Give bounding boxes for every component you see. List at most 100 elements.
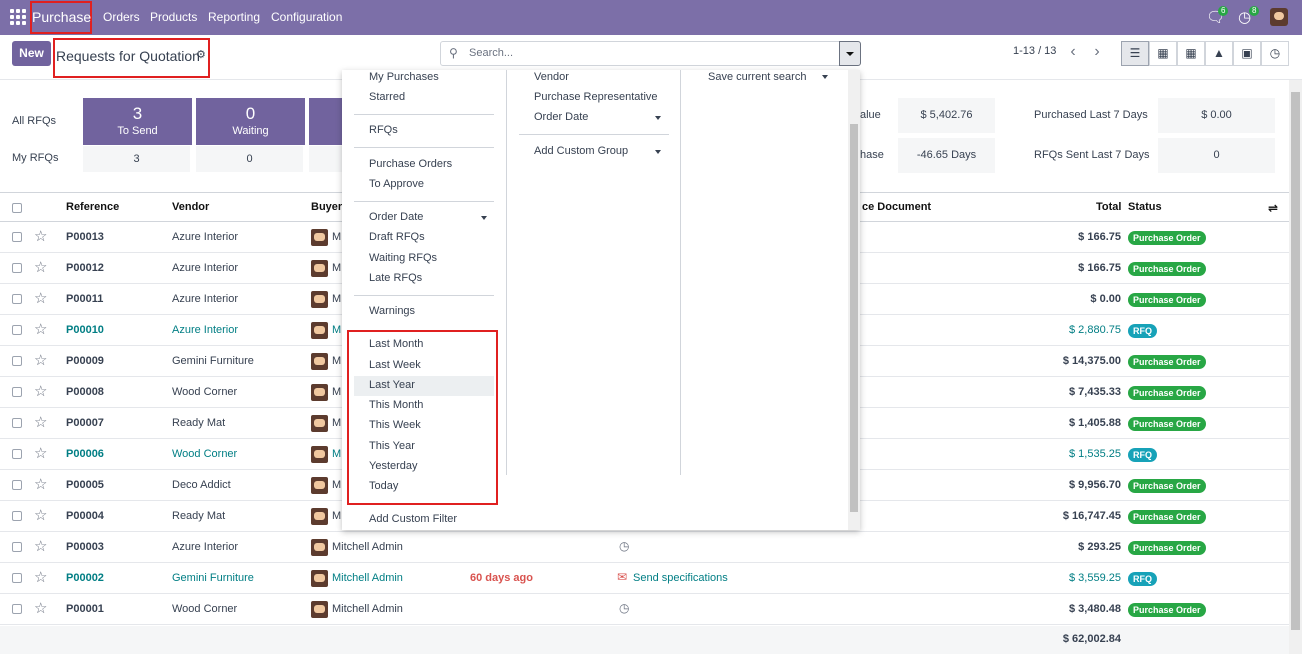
add-custom-group[interactable]: Add Custom Group xyxy=(534,145,628,157)
star-icon[interactable]: ☆ xyxy=(34,444,47,462)
star-icon[interactable]: ☆ xyxy=(34,289,47,307)
column-buyer[interactable]: Buyer xyxy=(311,201,342,213)
buyer-avatar xyxy=(311,570,328,587)
menu-configuration[interactable]: Configuration xyxy=(271,10,342,24)
pager-next-icon[interactable]: › xyxy=(1085,41,1109,65)
star-icon[interactable]: ☆ xyxy=(34,227,47,245)
column-total[interactable]: Total xyxy=(1096,201,1121,213)
filter-starred[interactable]: Starred xyxy=(369,91,405,103)
menu-reporting[interactable]: Reporting xyxy=(208,10,260,24)
dropdown-scrollbar-thumb[interactable] xyxy=(850,124,858,512)
column-vendor[interactable]: Vendor xyxy=(172,201,209,213)
group-purchase-representative[interactable]: Purchase Representative xyxy=(534,91,658,103)
search-panel-toggle-button[interactable] xyxy=(839,41,861,66)
kanban-view-icon[interactable]: ▦ xyxy=(1149,41,1177,66)
divider xyxy=(354,114,494,115)
cell-vendor: Gemini Furniture xyxy=(172,355,254,367)
column-status[interactable]: Status xyxy=(1128,201,1162,213)
filter-rfqs[interactable]: RFQs xyxy=(369,124,398,136)
select-all-checkbox[interactable] xyxy=(12,203,22,213)
app-name[interactable]: Purchase xyxy=(30,1,92,34)
add-custom-filter[interactable]: Add Custom Filter xyxy=(369,513,457,525)
search-input[interactable]: ⚲ Search... xyxy=(440,41,840,66)
my-waiting[interactable]: 0 xyxy=(196,146,303,172)
user-avatar[interactable] xyxy=(1270,8,1288,26)
table-row[interactable]: ☆ P00002 Gemini Furniture Mitchell Admin… xyxy=(0,563,1289,594)
cell-reference: P00003 xyxy=(66,541,104,553)
row-checkbox[interactable] xyxy=(12,604,22,614)
filter-to-approve[interactable]: To Approve xyxy=(369,178,424,190)
page-scrollbar-thumb[interactable] xyxy=(1291,92,1300,630)
gear-icon[interactable]: ⚙ xyxy=(196,48,206,61)
page-scrollbar[interactable] xyxy=(1289,80,1302,654)
activity-clock-icon[interactable]: ◷ xyxy=(619,539,629,553)
star-icon[interactable]: ☆ xyxy=(34,506,47,524)
filter-purchase-orders[interactable]: Purchase Orders xyxy=(369,158,452,170)
row-checkbox[interactable] xyxy=(12,418,22,428)
status-badge: Purchase Order xyxy=(1128,603,1206,617)
optional-columns-icon[interactable]: ⇌ xyxy=(1268,201,1278,215)
tile-waiting[interactable]: 0 Waiting xyxy=(196,98,305,145)
graph-view-icon[interactable]: ▲ xyxy=(1205,41,1233,66)
row-checkbox[interactable] xyxy=(12,542,22,552)
menu-products[interactable]: Products xyxy=(150,10,197,24)
group-order-date[interactable]: Order Date xyxy=(534,111,588,123)
star-icon[interactable]: ☆ xyxy=(34,599,47,617)
filter-my-purchases[interactable]: My Purchases xyxy=(369,71,439,83)
filter-warnings[interactable]: Warnings xyxy=(369,305,415,317)
row-checkbox[interactable] xyxy=(12,232,22,242)
activity-view-icon[interactable]: ◷ xyxy=(1261,41,1289,66)
tile-to-send[interactable]: 3 To Send xyxy=(83,98,192,145)
star-icon[interactable]: ☆ xyxy=(34,382,47,400)
star-icon[interactable]: ☆ xyxy=(34,413,47,431)
star-icon[interactable]: ☆ xyxy=(34,351,47,369)
table-row[interactable]: ☆ P00003 Azure Interior Mitchell Admin ◷… xyxy=(0,532,1289,563)
activity-clock-icon[interactable]: ◷ xyxy=(619,601,629,615)
table-row[interactable]: ☆ P00001 Wood Corner Mitchell Admin ◷ $ … xyxy=(0,594,1289,625)
row-checkbox[interactable] xyxy=(12,356,22,366)
activity-summary[interactable]: Send specifications xyxy=(633,572,728,584)
pager-value[interactable]: 1-13 / 13 xyxy=(1013,45,1056,57)
calendar-view-icon[interactable]: ▣ xyxy=(1233,41,1261,66)
cell-buyer: M xyxy=(332,479,342,491)
cell-vendor: Wood Corner xyxy=(172,386,238,398)
filter-waiting-rfqs[interactable]: Waiting RFQs xyxy=(369,252,437,264)
new-button[interactable]: New xyxy=(12,41,51,66)
cell-vendor: Ready Mat xyxy=(172,417,226,429)
star-icon[interactable]: ☆ xyxy=(34,475,47,493)
highlight-box xyxy=(347,330,498,505)
star-icon[interactable]: ☆ xyxy=(34,320,47,338)
star-icon[interactable]: ☆ xyxy=(34,258,47,276)
apps-menu-icon[interactable] xyxy=(10,9,26,25)
column-reference[interactable]: Reference xyxy=(66,201,119,213)
envelope-icon[interactable]: ✉ xyxy=(617,570,627,584)
column-source-document[interactable]: ce Document xyxy=(862,201,931,213)
star-icon[interactable]: ☆ xyxy=(34,537,47,555)
row-checkbox[interactable] xyxy=(12,325,22,335)
row-checkbox[interactable] xyxy=(12,263,22,273)
row-checkbox[interactable] xyxy=(12,511,22,521)
list-view-icon[interactable]: ☰ xyxy=(1121,41,1149,66)
search-panel-dropdown: My Purchases Starred RFQs Purchase Order… xyxy=(342,70,860,530)
row-checkbox[interactable] xyxy=(12,480,22,490)
save-current-search[interactable]: Save current search xyxy=(708,71,806,83)
pivot-view-icon[interactable]: ▦ xyxy=(1177,41,1205,66)
row-checkbox[interactable] xyxy=(12,294,22,304)
filter-order-date[interactable]: Order Date xyxy=(369,211,423,223)
menu-orders[interactable]: Orders xyxy=(103,10,140,24)
row-checkbox[interactable] xyxy=(12,573,22,583)
row-checkbox[interactable] xyxy=(12,387,22,397)
filter-draft-rfqs[interactable]: Draft RFQs xyxy=(369,231,425,243)
caret-down-icon xyxy=(822,75,828,79)
dropdown-scrollbar[interactable] xyxy=(848,70,860,530)
divider xyxy=(354,147,494,148)
pager-previous-icon[interactable]: ‹ xyxy=(1061,41,1085,65)
star-icon[interactable]: ☆ xyxy=(34,568,47,586)
cell-vendor: Wood Corner xyxy=(172,448,238,460)
buyer-avatar xyxy=(311,601,328,618)
group-vendor[interactable]: Vendor xyxy=(534,71,569,83)
filter-late-rfqs[interactable]: Late RFQs xyxy=(369,272,422,284)
my-rfqs-label: My RFQs xyxy=(12,152,59,164)
my-to-send[interactable]: 3 xyxy=(83,146,190,172)
row-checkbox[interactable] xyxy=(12,449,22,459)
